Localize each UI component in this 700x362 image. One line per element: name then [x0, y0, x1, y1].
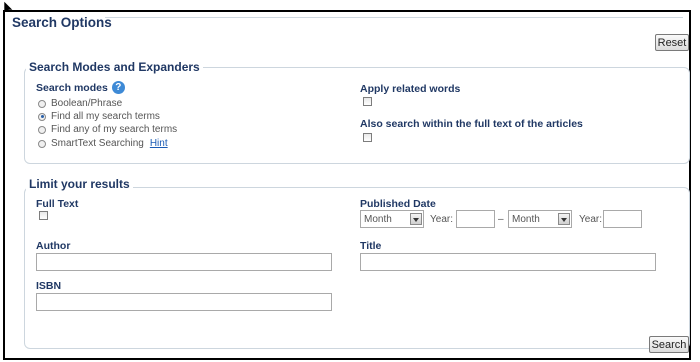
radio-find-any[interactable]: Find any of my search terms — [38, 124, 177, 135]
full-text-search-label: Also search within the full text of the … — [360, 118, 583, 130]
title-label: Title — [360, 240, 382, 252]
author-input[interactable] — [36, 253, 332, 271]
full-text-checkbox[interactable] — [39, 211, 48, 220]
help-icon[interactable]: ? — [111, 81, 125, 94]
radio-smarttext[interactable]: SmartText Searching Hint — [38, 138, 168, 149]
radio-label: Boolean/Phrase — [51, 98, 123, 109]
search-button[interactable]: Search — [649, 336, 689, 353]
published-date-label: Published Date — [360, 198, 436, 210]
select-value: Month — [364, 213, 392, 225]
radio-find-all[interactable]: Find all my search terms — [38, 111, 160, 122]
search-modes-label-row: Search modes ? — [36, 81, 125, 94]
search-modes-label: Search modes — [36, 81, 108, 94]
search-modes-legend: Search Modes and Expanders — [26, 60, 203, 74]
isbn-label: ISBN — [36, 280, 62, 292]
end-year-input[interactable] — [603, 210, 642, 228]
date-range-dash: – — [498, 214, 504, 225]
dropdown-arrow-icon[interactable] — [410, 213, 422, 225]
limit-results-legend: Limit your results — [26, 177, 133, 191]
dropdown-arrow-icon[interactable] — [558, 213, 570, 225]
hint-link[interactable]: Hint — [150, 138, 168, 149]
apply-related-words-label: Apply related words — [360, 83, 461, 95]
search-options-panel: Search Options Reset Search Modes and Ex… — [3, 10, 691, 360]
full-text-label: Full Text — [36, 198, 79, 210]
page-title: Search Options — [12, 15, 112, 30]
radio-label: Find all my search terms — [51, 111, 160, 122]
radio-button[interactable] — [38, 99, 46, 108]
radio-label: SmartText Searching — [51, 138, 144, 149]
full-text-search-checkbox[interactable] — [363, 133, 372, 142]
author-label: Author — [36, 240, 71, 252]
end-month-select[interactable]: Month — [508, 210, 572, 228]
apply-related-words-checkbox[interactable] — [363, 97, 372, 106]
isbn-input[interactable] — [36, 293, 332, 311]
start-year-label: Year: — [430, 214, 453, 225]
title-input[interactable] — [360, 253, 656, 271]
end-year-label: Year: — [579, 214, 602, 225]
radio-button[interactable] — [38, 139, 46, 148]
radio-boolean-phrase[interactable]: Boolean/Phrase — [38, 98, 122, 109]
radio-label: Find any of my search terms — [51, 124, 178, 135]
reset-button[interactable]: Reset — [655, 34, 689, 51]
radio-button-selected[interactable] — [38, 112, 46, 121]
start-month-select[interactable]: Month — [360, 210, 424, 228]
start-year-input[interactable] — [456, 210, 495, 228]
radio-button[interactable] — [38, 125, 46, 134]
select-value: Month — [512, 213, 540, 225]
title-divider — [105, 17, 683, 18]
